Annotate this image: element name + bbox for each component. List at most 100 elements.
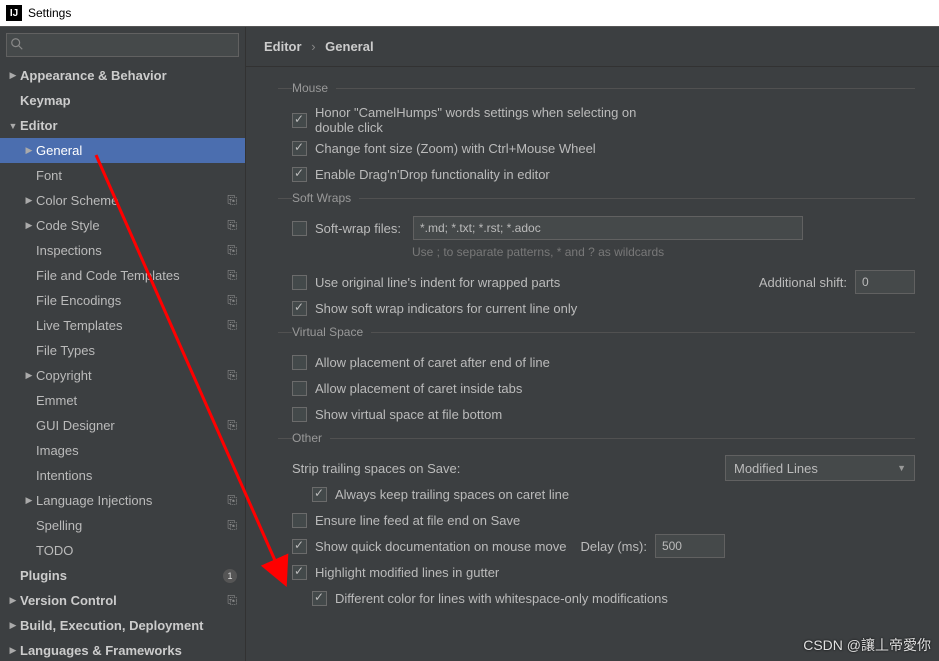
mouse-section: Mouse Honor "CamelHumps" words settings … <box>278 81 915 191</box>
sidebar-item-language-injections[interactable]: ▶Language Injections⎘ <box>0 488 245 513</box>
scope-icon: ⎘ <box>227 318 237 333</box>
caret-eol-checkbox[interactable] <box>292 355 307 370</box>
sidebar-item-live-templates[interactable]: Live Templates⎘ <box>0 313 245 338</box>
sidebar-item-color-scheme[interactable]: ▶Color Scheme⎘ <box>0 188 245 213</box>
sidebar-item-todo[interactable]: TODO <box>0 538 245 563</box>
sidebar-item-inspections[interactable]: Inspections⎘ <box>0 238 245 263</box>
sidebar-item-version-control[interactable]: ▶Version Control⎘ <box>0 588 245 613</box>
honor-camelhump-checkbox[interactable] <box>292 113 307 128</box>
caret-tabs-label: Allow placement of caret inside tabs <box>315 381 522 396</box>
sidebar-item-label: Emmet <box>36 393 237 408</box>
sidebar-tree: ▶Appearance & BehaviorKeymap▼Editor▶Gene… <box>0 63 245 661</box>
sidebar-item-label: Intentions <box>36 468 237 483</box>
notification-badge: 1 <box>223 569 237 583</box>
softwrap-label: Soft-wrap files: <box>315 221 401 236</box>
tree-arrow-icon: ▶ <box>6 620 20 631</box>
tree-arrow-icon: ▶ <box>22 220 36 231</box>
keep-trailing-label: Always keep trailing spaces on caret lin… <box>335 487 569 502</box>
sidebar-item-plugins[interactable]: Plugins1 <box>0 563 245 588</box>
sidebar-item-emmet[interactable]: Emmet <box>0 388 245 413</box>
virtualspace-section: Virtual Space Allow placement of caret a… <box>278 325 915 431</box>
dnd-checkbox[interactable] <box>292 167 307 182</box>
quick-doc-checkbox[interactable] <box>292 539 307 554</box>
scope-icon: ⎘ <box>227 193 237 208</box>
virtualspace-legend: Virtual Space <box>292 325 371 339</box>
highlight-gutter-checkbox[interactable] <box>292 565 307 580</box>
keep-trailing-checkbox[interactable] <box>312 487 327 502</box>
sidebar-item-font[interactable]: Font <box>0 163 245 188</box>
sidebar-item-label: Keymap <box>20 93 237 108</box>
search-wrap <box>6 33 239 57</box>
zoom-checkbox[interactable] <box>292 141 307 156</box>
breadcrumb-b: General <box>325 39 373 54</box>
sidebar: ▶Appearance & BehaviorKeymap▼Editor▶Gene… <box>0 27 246 661</box>
tree-arrow-icon: ▶ <box>22 495 36 506</box>
sidebar-item-gui-designer[interactable]: GUI Designer⎘ <box>0 413 245 438</box>
other-section: Other Strip trailing spaces on Save: Mod… <box>278 431 915 615</box>
search-input[interactable] <box>6 33 239 57</box>
delay-label: Delay (ms): <box>580 539 646 554</box>
scope-icon: ⎘ <box>227 218 237 233</box>
ensure-lf-label: Ensure line feed at file end on Save <box>315 513 520 528</box>
sidebar-item-label: File and Code Templates <box>36 268 227 283</box>
scope-icon: ⎘ <box>227 418 237 433</box>
sidebar-item-label: Inspections <box>36 243 227 258</box>
diff-color-checkbox[interactable] <box>312 591 327 606</box>
strip-label: Strip trailing spaces on Save: <box>292 461 460 476</box>
sidebar-item-spelling[interactable]: Spelling⎘ <box>0 513 245 538</box>
sidebar-item-label: Live Templates <box>36 318 227 333</box>
caret-eol-label: Allow placement of caret after end of li… <box>315 355 550 370</box>
show-indicators-checkbox[interactable] <box>292 301 307 316</box>
sidebar-item-file-types[interactable]: File Types <box>0 338 245 363</box>
sidebar-item-editor[interactable]: ▼Editor <box>0 113 245 138</box>
sidebar-item-label: Appearance & Behavior <box>20 68 237 83</box>
sidebar-item-label: Color Scheme <box>36 193 227 208</box>
diff-color-label: Different color for lines with whitespac… <box>335 591 668 606</box>
tree-arrow-icon: ▶ <box>22 195 36 206</box>
tree-arrow-icon: ▶ <box>22 370 36 381</box>
sidebar-item-label: Languages & Frameworks <box>20 643 237 658</box>
softwrap-input[interactable] <box>413 216 803 240</box>
breadcrumb-a: Editor <box>264 39 302 54</box>
sidebar-item-file-and-code-templates[interactable]: File and Code Templates⎘ <box>0 263 245 288</box>
strip-select[interactable]: Modified Lines ▼ <box>725 455 915 481</box>
scope-icon: ⎘ <box>227 368 237 383</box>
sidebar-item-languages-frameworks[interactable]: ▶Languages & Frameworks <box>0 638 245 661</box>
add-shift-input[interactable] <box>855 270 915 294</box>
sidebar-item-build-execution-deployment[interactable]: ▶Build, Execution, Deployment <box>0 613 245 638</box>
ensure-lf-checkbox[interactable] <box>292 513 307 528</box>
sidebar-item-label: File Encodings <box>36 293 227 308</box>
search-icon <box>10 37 24 54</box>
sidebar-item-label: TODO <box>36 543 237 558</box>
sidebar-item-file-encodings[interactable]: File Encodings⎘ <box>0 288 245 313</box>
zoom-label: Change font size (Zoom) with Ctrl+Mouse … <box>315 141 596 156</box>
scope-icon: ⎘ <box>227 268 237 283</box>
delay-input[interactable] <box>655 534 725 558</box>
sidebar-item-images[interactable]: Images <box>0 438 245 463</box>
sidebar-item-label: Version Control <box>20 593 227 608</box>
titlebar: IJ Settings <box>0 0 939 27</box>
other-legend: Other <box>292 431 330 445</box>
softwrap-checkbox[interactable] <box>292 221 307 236</box>
sidebar-item-copyright[interactable]: ▶Copyright⎘ <box>0 363 245 388</box>
window-title: Settings <box>28 6 71 20</box>
content-pane: Editor › General Mouse Honor "CamelHumps… <box>246 27 939 661</box>
tree-arrow-icon: ▶ <box>6 70 20 81</box>
sidebar-item-label: Plugins <box>20 568 223 583</box>
highlight-gutter-label: Highlight modified lines in gutter <box>315 565 499 580</box>
sidebar-item-label: Editor <box>20 118 237 133</box>
sidebar-item-keymap[interactable]: Keymap <box>0 88 245 113</box>
sidebar-item-intentions[interactable]: Intentions <box>0 463 245 488</box>
vspace-bottom-checkbox[interactable] <box>292 407 307 422</box>
tree-arrow-icon: ▶ <box>6 595 20 606</box>
sidebar-item-appearance-behavior[interactable]: ▶Appearance & Behavior <box>0 63 245 88</box>
scope-icon: ⎘ <box>227 493 237 508</box>
sidebar-item-label: File Types <box>36 343 237 358</box>
orig-indent-checkbox[interactable] <box>292 275 307 290</box>
softwrap-helper: Use ; to separate patterns, * and ? as w… <box>292 245 915 259</box>
sidebar-item-label: Language Injections <box>36 493 227 508</box>
sidebar-item-label: Build, Execution, Deployment <box>20 618 237 633</box>
sidebar-item-general[interactable]: ▶General <box>0 138 245 163</box>
caret-tabs-checkbox[interactable] <box>292 381 307 396</box>
sidebar-item-code-style[interactable]: ▶Code Style⎘ <box>0 213 245 238</box>
